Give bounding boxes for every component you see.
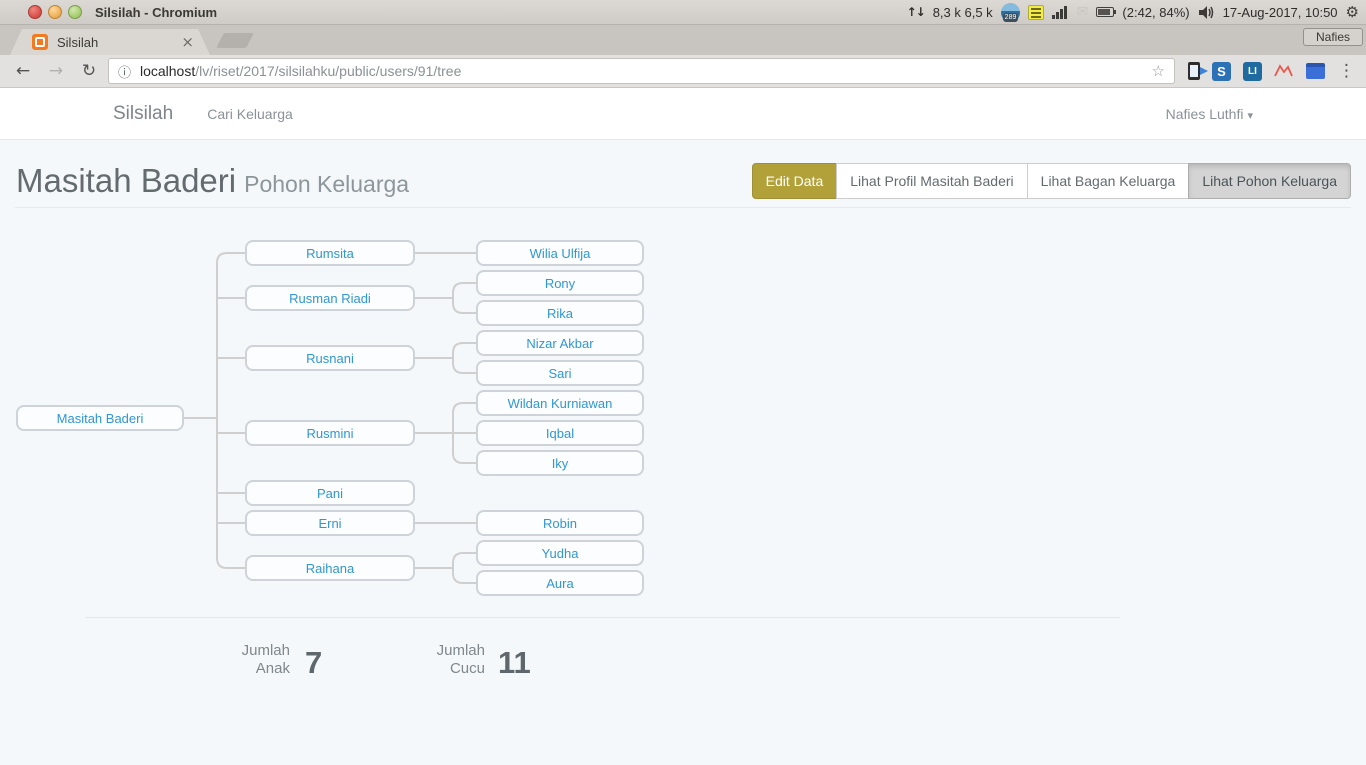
tab-strip: Silsilah × Nafies (0, 25, 1366, 55)
person-name: Masitah Baderi (16, 162, 236, 199)
page-subtitle: Pohon Keluarga (244, 171, 409, 197)
nav-link-cari-keluarga[interactable]: Cari Keluarga (207, 106, 293, 122)
network-signal-icon[interactable] (1052, 5, 1069, 19)
mail-icon[interactable]: ✉ (1077, 4, 1089, 20)
tab-title: Silsilah (57, 35, 181, 50)
url-path: /lv/riset/2017/silsilahku/public/users/9… (195, 63, 461, 79)
stat-value-anak: 7 (305, 645, 322, 681)
window-close-button[interactable] (28, 5, 42, 19)
network-throughput[interactable]: 8,3 k 6,5 k (933, 5, 993, 20)
tree-node-child[interactable]: Rumsita (245, 240, 415, 266)
window-controls (28, 5, 82, 19)
system-panel: Silsilah - Chromium ↑↓ 8,3 k 6,5 k 289 ✉… (0, 0, 1366, 25)
stat-value-cucu: 11 (498, 645, 531, 681)
stat-label-anak: Jumlah Anak (190, 642, 290, 678)
system-tray: ↑↓ 8,3 k 6,5 k 289 ✉ (2:42, 84%) 17-Aug-… (907, 3, 1366, 22)
lihat-bagan-button[interactable]: Lihat Bagan Keluarga (1027, 163, 1190, 199)
lihat-pohon-button[interactable]: Lihat Pohon Keluarga (1188, 163, 1351, 199)
browser-tab-silsilah[interactable]: Silsilah × (10, 29, 210, 55)
new-tab-button[interactable] (216, 33, 254, 48)
blue-extension-icon[interactable] (1306, 63, 1325, 79)
tree-node-child[interactable]: Raihana (245, 555, 415, 581)
browser-toolbar: ← → ↻ ⓘ localhost /lv/riset/2017/silsila… (0, 55, 1366, 88)
tree-node-grandchild[interactable]: Wildan Kurniawan (476, 390, 644, 416)
chevron-down-icon: ▾ (1247, 109, 1253, 122)
mobile-view-extension-icon[interactable] (1188, 62, 1200, 80)
navbar-brand[interactable]: Silsilah (113, 103, 173, 125)
laravel-extension-icon[interactable] (1274, 63, 1294, 79)
tree-node-grandchild[interactable]: Nizar Akbar (476, 330, 644, 356)
tree-node-grandchild[interactable]: Sari (476, 360, 644, 386)
user-badge[interactable]: Nafies (1303, 28, 1363, 46)
tree-node-grandchild[interactable]: Iqbal (476, 420, 644, 446)
monitor-badge: 289 (1003, 13, 1019, 22)
reload-icon[interactable]: ↻ (79, 61, 99, 81)
stat-label-line: Jumlah (190, 642, 290, 660)
stat-label-cucu: Jumlah Cucu (385, 642, 485, 678)
web-page: Silsilah Cari Keluarga Nafies Luthfi▾ Ma… (0, 88, 1366, 765)
stat-label-line: Cucu (385, 660, 485, 678)
tree-node-child[interactable]: Pani (245, 480, 415, 506)
stat-label-line: Jumlah (385, 642, 485, 660)
tree-node-grandchild[interactable]: Wilia Ulfija (476, 240, 644, 266)
url-host: localhost (140, 63, 195, 79)
tree-node-grandchild[interactable]: Yudha (476, 540, 644, 566)
tree-node-child[interactable]: Erni (245, 510, 415, 536)
tree-node-grandchild[interactable]: Rony (476, 270, 644, 296)
li-extension-icon[interactable]: LI (1243, 62, 1262, 81)
battery-icon[interactable] (1096, 7, 1114, 17)
back-icon[interactable]: ← (13, 61, 33, 81)
volume-icon[interactable] (1198, 5, 1215, 20)
window-minimize-button[interactable] (48, 5, 62, 19)
user-menu-label: Nafies Luthfi (1166, 106, 1244, 122)
tree-node-child[interactable]: Rusnani (245, 345, 415, 371)
battery-status[interactable]: (2:42, 84%) (1122, 5, 1189, 20)
tab-close-icon[interactable]: × (181, 35, 194, 50)
stats-divider (85, 617, 1120, 618)
xampp-favicon (32, 34, 48, 50)
window-title: Silsilah - Chromium (95, 5, 217, 20)
site-info-icon[interactable]: ⓘ (118, 62, 131, 81)
system-monitor-icon[interactable]: 289 (1001, 3, 1020, 22)
tree-node-grandchild[interactable]: Aura (476, 570, 644, 596)
tree-node-child[interactable]: Rusman Riadi (245, 285, 415, 311)
window-maximize-button[interactable] (68, 5, 82, 19)
browser-menu-icon[interactable]: ⋮ (1338, 61, 1355, 81)
gear-icon[interactable]: ⚙ (1346, 3, 1359, 21)
tree-node-grandchild[interactable]: Iky (476, 450, 644, 476)
main-content: Masitah Baderi Pohon Keluarga Edit Data L… (0, 140, 1366, 765)
network-arrows-icon[interactable]: ↑↓ (907, 5, 925, 19)
tree-node-grandchild[interactable]: Rika (476, 300, 644, 326)
tree-node-grandchild[interactable]: Robin (476, 510, 644, 536)
url-bar[interactable]: ⓘ localhost /lv/riset/2017/silsilahku/pu… (108, 58, 1175, 84)
bookmark-star-icon[interactable]: ☆ (1152, 62, 1165, 80)
forward-icon: → (46, 61, 66, 81)
action-button-group: Edit Data Lihat Profil Masitah Baderi Li… (753, 163, 1351, 199)
clock[interactable]: 17-Aug-2017, 10:50 (1223, 5, 1338, 20)
task-list-icon[interactable] (1028, 5, 1044, 20)
tree-node-root[interactable]: Masitah Baderi (16, 405, 184, 431)
stylish-extension-icon[interactable]: S (1212, 62, 1231, 81)
user-menu[interactable]: Nafies Luthfi▾ (1166, 106, 1253, 122)
tree-node-child[interactable]: Rusmini (245, 420, 415, 446)
stat-label-line: Anak (190, 660, 290, 678)
edit-data-button[interactable]: Edit Data (752, 163, 838, 199)
lihat-profil-button[interactable]: Lihat Profil Masitah Baderi (836, 163, 1027, 199)
extension-row: S LI ⋮ (1188, 61, 1366, 81)
page-title: Masitah Baderi Pohon Keluarga (16, 162, 409, 200)
header-divider (15, 207, 1351, 208)
app-navbar: Silsilah Cari Keluarga Nafies Luthfi▾ (0, 88, 1366, 140)
